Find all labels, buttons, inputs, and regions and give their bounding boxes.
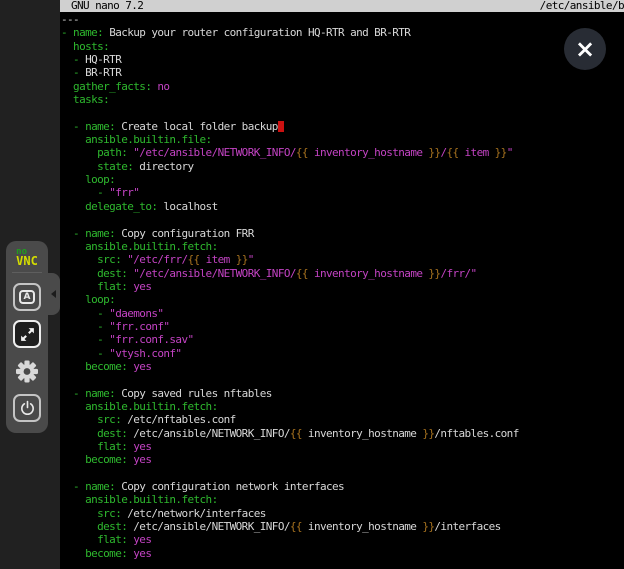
power-icon — [19, 400, 36, 417]
code-line: gather_facts: no — [61, 80, 519, 93]
extra-keys-button[interactable]: A — [13, 283, 41, 311]
code-line: state: directory — [61, 160, 519, 173]
code-line: - name: Copy saved rules nftables — [61, 387, 519, 400]
code-line: - "vtysh.conf" — [61, 347, 519, 360]
code-line: flat: yes — [61, 280, 519, 293]
nano-version: GNU nano 7.2 — [71, 0, 143, 12]
code-line: become: yes — [61, 360, 519, 373]
code-line: delegate_to: localhost — [61, 200, 519, 213]
fullscreen-button[interactable] — [13, 320, 41, 348]
code-line: - BR-RTR — [61, 66, 519, 79]
editor-content[interactable]: ---- name: Backup your router configurat… — [61, 13, 519, 560]
code-line: src: /etc/nftables.conf — [61, 413, 519, 426]
code-line — [61, 373, 519, 386]
code-line: ansible.builtin.fetch: — [61, 493, 519, 506]
text-cursor — [278, 121, 284, 132]
fullscreen-icon — [20, 327, 35, 342]
code-line: - HQ-RTR — [61, 53, 519, 66]
code-line: dest: /etc/ansible/NETWORK_INFO/{{ inven… — [61, 520, 519, 533]
control-bar-handle[interactable] — [48, 273, 60, 315]
code-line: ansible.builtin.fetch: — [61, 400, 519, 413]
gear-icon — [15, 359, 39, 384]
close-icon: × — [575, 37, 595, 61]
novnc-logo-vnc: VNC — [16, 256, 38, 267]
code-line: --- — [61, 13, 519, 26]
nano-filepath: /etc/ansible/b — [540, 0, 624, 12]
code-line: ansible.builtin.file: — [61, 133, 519, 146]
code-line: tasks: — [61, 93, 519, 106]
code-line: - "frr.conf" — [61, 320, 519, 333]
close-button[interactable]: × — [564, 28, 606, 70]
disconnect-button[interactable] — [13, 394, 41, 422]
terminal-screen[interactable]: GNU nano 7.2 /etc/ansible/b ---- name: B… — [60, 0, 624, 569]
code-line: loop: — [61, 293, 519, 306]
code-line: - name: Backup your router configuration… — [61, 26, 519, 39]
code-line: - name: Copy configuration FRR — [61, 227, 519, 240]
novnc-control-bar: no VNC A — [6, 241, 48, 433]
settings-button[interactable] — [13, 357, 41, 385]
nano-titlebar: GNU nano 7.2 /etc/ansible/b — [60, 0, 624, 12]
code-line: - name: Create local folder backup — [61, 120, 519, 133]
code-line — [61, 106, 519, 119]
code-line: ansible.builtin.fetch: — [61, 240, 519, 253]
code-line: dest: /etc/ansible/NETWORK_INFO/{{ inven… — [61, 427, 519, 440]
code-line: src: /etc/network/interfaces — [61, 507, 519, 520]
panel-divider — [12, 272, 42, 273]
collapse-arrow-icon — [51, 290, 56, 298]
code-line — [61, 213, 519, 226]
code-line: src: "/etc/frr/{{ item }}" — [61, 253, 519, 266]
code-line: become: yes — [61, 547, 519, 560]
code-line: - "frr" — [61, 186, 519, 199]
code-line: dest: "/etc/ansible/NETWORK_INFO/{{ inve… — [61, 267, 519, 280]
code-line: hosts: — [61, 40, 519, 53]
code-line: flat: yes — [61, 440, 519, 453]
keyboard-a-icon: A — [19, 290, 35, 304]
code-line: - "daemons" — [61, 307, 519, 320]
code-line: loop: — [61, 173, 519, 186]
code-line — [61, 467, 519, 480]
code-line: - "frr.conf.sav" — [61, 333, 519, 346]
code-line: - name: Copy configuration network inter… — [61, 480, 519, 493]
novnc-logo: no VNC — [16, 248, 38, 267]
code-line: flat: yes — [61, 533, 519, 546]
code-line: path: "/etc/ansible/NETWORK_INFO/{{ inve… — [61, 146, 519, 159]
code-line: become: yes — [61, 453, 519, 466]
